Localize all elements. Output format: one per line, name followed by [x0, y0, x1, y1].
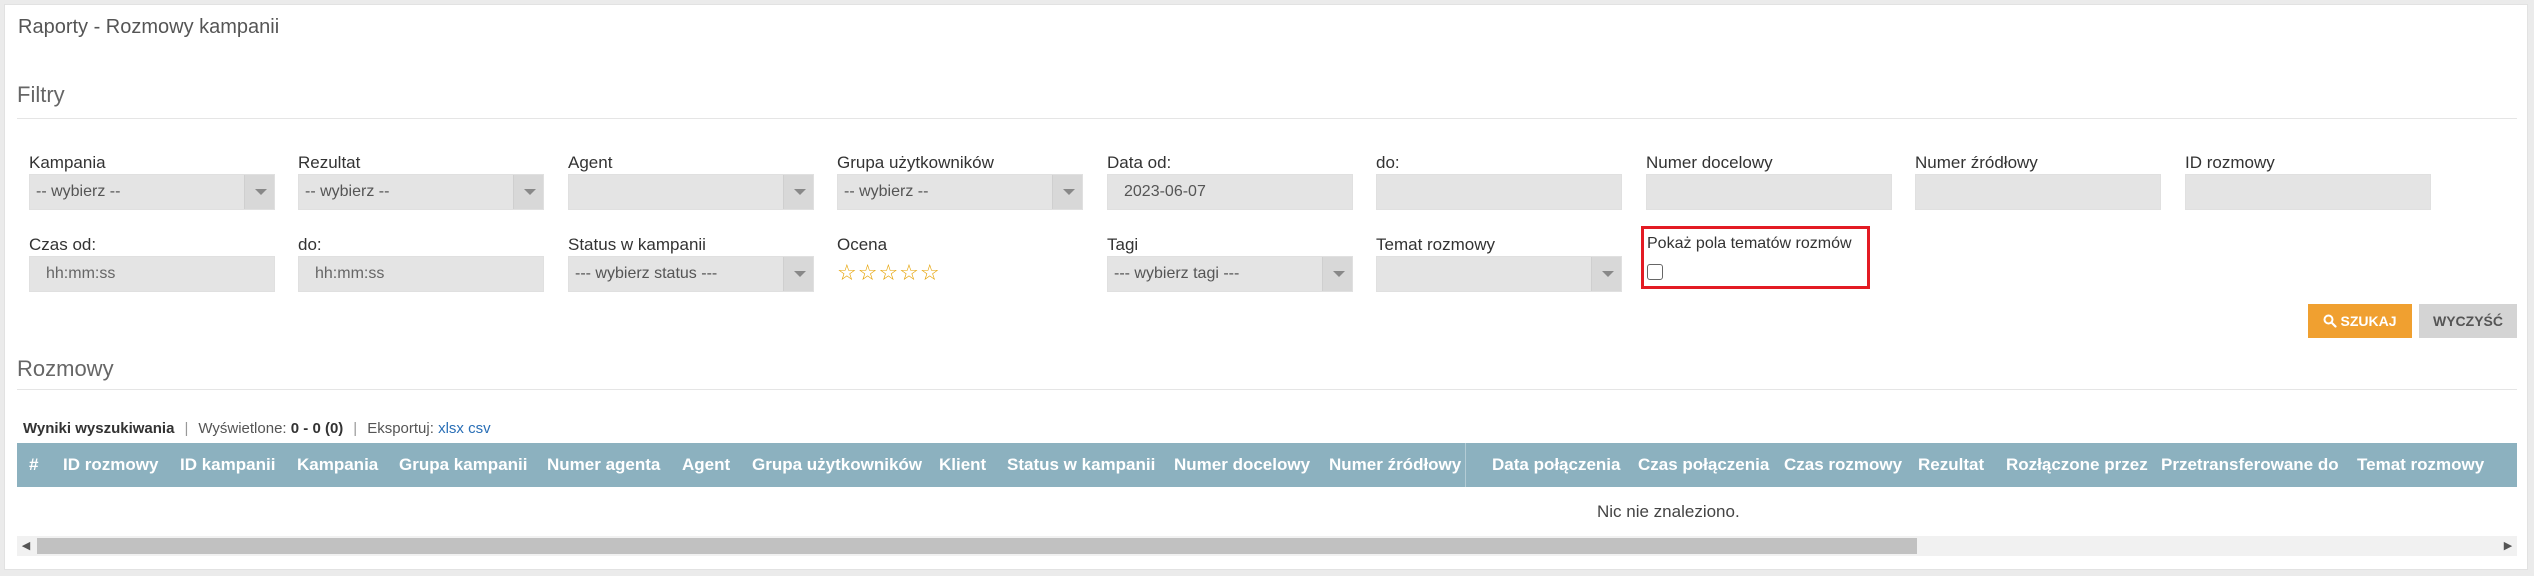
- col-header-data-polaczenia[interactable]: Data połączenia: [1492, 443, 1621, 487]
- temat-select[interactable]: [1376, 256, 1622, 292]
- rezultat-value: -- wybierz --: [305, 183, 390, 200]
- numer-docelowy-label: Numer docelowy: [1646, 153, 1773, 172]
- filters-title: Filtry: [17, 82, 65, 107]
- col-header-rozlaczone-przez[interactable]: Rozłączone przez: [2006, 443, 2148, 487]
- grupa-select[interactable]: -- wybierz --: [837, 174, 1083, 210]
- col-header-przetransferowane-do[interactable]: Przetransferowane do: [2161, 443, 2339, 487]
- search-label: SZUKAJ: [2340, 313, 2397, 329]
- rezultat-select[interactable]: -- wybierz --: [298, 174, 544, 210]
- search-button[interactable]: SZUKAJ: [2308, 304, 2412, 338]
- displayed-value: 0 - 0 (0): [290, 420, 344, 437]
- star-rating[interactable]: ☆☆☆☆☆: [837, 260, 941, 286]
- filters-divider: [17, 118, 2517, 119]
- col-header-czas-rozmowy[interactable]: Czas rozmowy: [1784, 443, 1902, 487]
- col-header-grupa-uzytkownikow[interactable]: Grupa użytkowników: [752, 443, 922, 487]
- kampania-value: -- wybierz --: [36, 183, 121, 200]
- results-divider: [17, 389, 2517, 390]
- status-value: --- wybierz status ---: [575, 265, 718, 282]
- czas-do-label: do:: [298, 235, 322, 254]
- chevron-down-icon: [513, 175, 543, 209]
- scroll-right-icon[interactable]: ▶: [2499, 536, 2517, 556]
- search-icon: [2323, 314, 2338, 328]
- chevron-down-icon: [1052, 175, 1082, 209]
- id-rozmowy-input[interactable]: [2185, 174, 2431, 210]
- page-title: Raporty - Rozmowy kampanii: [18, 16, 280, 38]
- scrollbar-thumb[interactable]: [37, 538, 1917, 554]
- agent-select[interactable]: [568, 174, 814, 210]
- chevron-down-icon: [1322, 257, 1352, 291]
- col-header-numer-docelowy[interactable]: Numer docelowy: [1174, 443, 1310, 487]
- grupa-value: -- wybierz --: [844, 183, 929, 200]
- czas-od-label: Czas od:: [29, 235, 97, 254]
- results-summary-label: Wyniki wyszukiwania: [23, 420, 175, 437]
- temat-label: Temat rozmowy: [1376, 235, 1496, 254]
- tagi-label: Tagi: [1107, 235, 1139, 254]
- chevron-down-icon: [783, 257, 813, 291]
- chevron-down-icon: [783, 175, 813, 209]
- numer-zrodlowy-input[interactable]: [1915, 174, 2161, 210]
- pokaz-pola-checkbox[interactable]: [1647, 264, 1663, 280]
- numer-docelowy-input[interactable]: [1646, 174, 1892, 210]
- rezultat-label: Rezultat: [298, 153, 361, 172]
- numer-zrodlowy-label: Numer źródłowy: [1915, 153, 2038, 172]
- table-header: # ID rozmowy ID kampanii Kampania Grupa …: [17, 443, 2517, 487]
- col-header-klient[interactable]: Klient: [939, 443, 986, 487]
- kampania-label: Kampania: [29, 153, 106, 172]
- tagi-value: --- wybierz tagi ---: [1114, 265, 1240, 282]
- ocena-label: Ocena: [837, 235, 888, 254]
- status-select[interactable]: --- wybierz status ---: [568, 256, 814, 292]
- col-header-grupa-kampanii[interactable]: Grupa kampanii: [399, 443, 527, 487]
- data-do-label: do:: [1376, 153, 1400, 172]
- clear-button[interactable]: WYCZYŚĆ: [2419, 304, 2517, 338]
- czas-od-input[interactable]: hh:mm:ss: [29, 256, 275, 292]
- col-header-id-kampanii[interactable]: ID kampanii: [180, 443, 275, 487]
- chevron-down-icon: [1591, 257, 1621, 291]
- col-header-numer-zrodlowy[interactable]: Numer źródłowy: [1329, 443, 1461, 487]
- col-header-status-w-kampanii[interactable]: Status w kampanii: [1007, 443, 1155, 487]
- grupa-label: Grupa użytkowników: [837, 153, 994, 172]
- col-header-id-rozmowy[interactable]: ID rozmowy: [63, 443, 158, 487]
- col-header-rezultat[interactable]: Rezultat: [1918, 443, 1984, 487]
- data-od-input[interactable]: 2023-06-07: [1107, 174, 1353, 210]
- export-label: Eksportuj:: [367, 420, 434, 437]
- czas-do-input[interactable]: hh:mm:ss: [298, 256, 544, 292]
- id-rozmowy-label: ID rozmowy: [2185, 153, 2275, 172]
- chevron-down-icon: [244, 175, 274, 209]
- agent-label: Agent: [568, 153, 613, 172]
- col-header-kampania[interactable]: Kampania: [297, 443, 378, 487]
- tagi-select[interactable]: --- wybierz tagi ---: [1107, 256, 1353, 292]
- results-meta: Wyniki wyszukiwania | Wyświetlone: 0 - 0 (…: [23, 420, 491, 437]
- empty-message: Nic nie znaleziono.: [1597, 502, 1740, 521]
- scroll-left-icon[interactable]: ◀: [17, 536, 35, 556]
- status-label: Status w kampanii: [568, 235, 706, 254]
- export-csv-link[interactable]: csv: [468, 420, 491, 437]
- column-resize-handle[interactable]: [1465, 443, 1466, 487]
- data-od-label: Data od:: [1107, 153, 1172, 172]
- kampania-select[interactable]: -- wybierz --: [29, 174, 275, 210]
- displayed-label: Wyświetlone:: [198, 420, 287, 437]
- horizontal-scrollbar[interactable]: ◀ ▶: [17, 536, 2517, 556]
- export-xlsx-link[interactable]: xlsx: [438, 420, 464, 437]
- col-header-index[interactable]: #: [29, 443, 38, 487]
- col-header-numer-agenta[interactable]: Numer agenta: [547, 443, 660, 487]
- col-header-temat-rozmowy[interactable]: Temat rozmowy: [2357, 443, 2484, 487]
- col-header-agent[interactable]: Agent: [682, 443, 730, 487]
- pokaz-pola-label: Pokaż pola tematów rozmów: [1647, 235, 1852, 252]
- results-title: Rozmowy: [17, 356, 114, 381]
- col-header-czas-polaczenia[interactable]: Czas połączenia: [1638, 443, 1769, 487]
- data-do-input[interactable]: [1376, 174, 1622, 210]
